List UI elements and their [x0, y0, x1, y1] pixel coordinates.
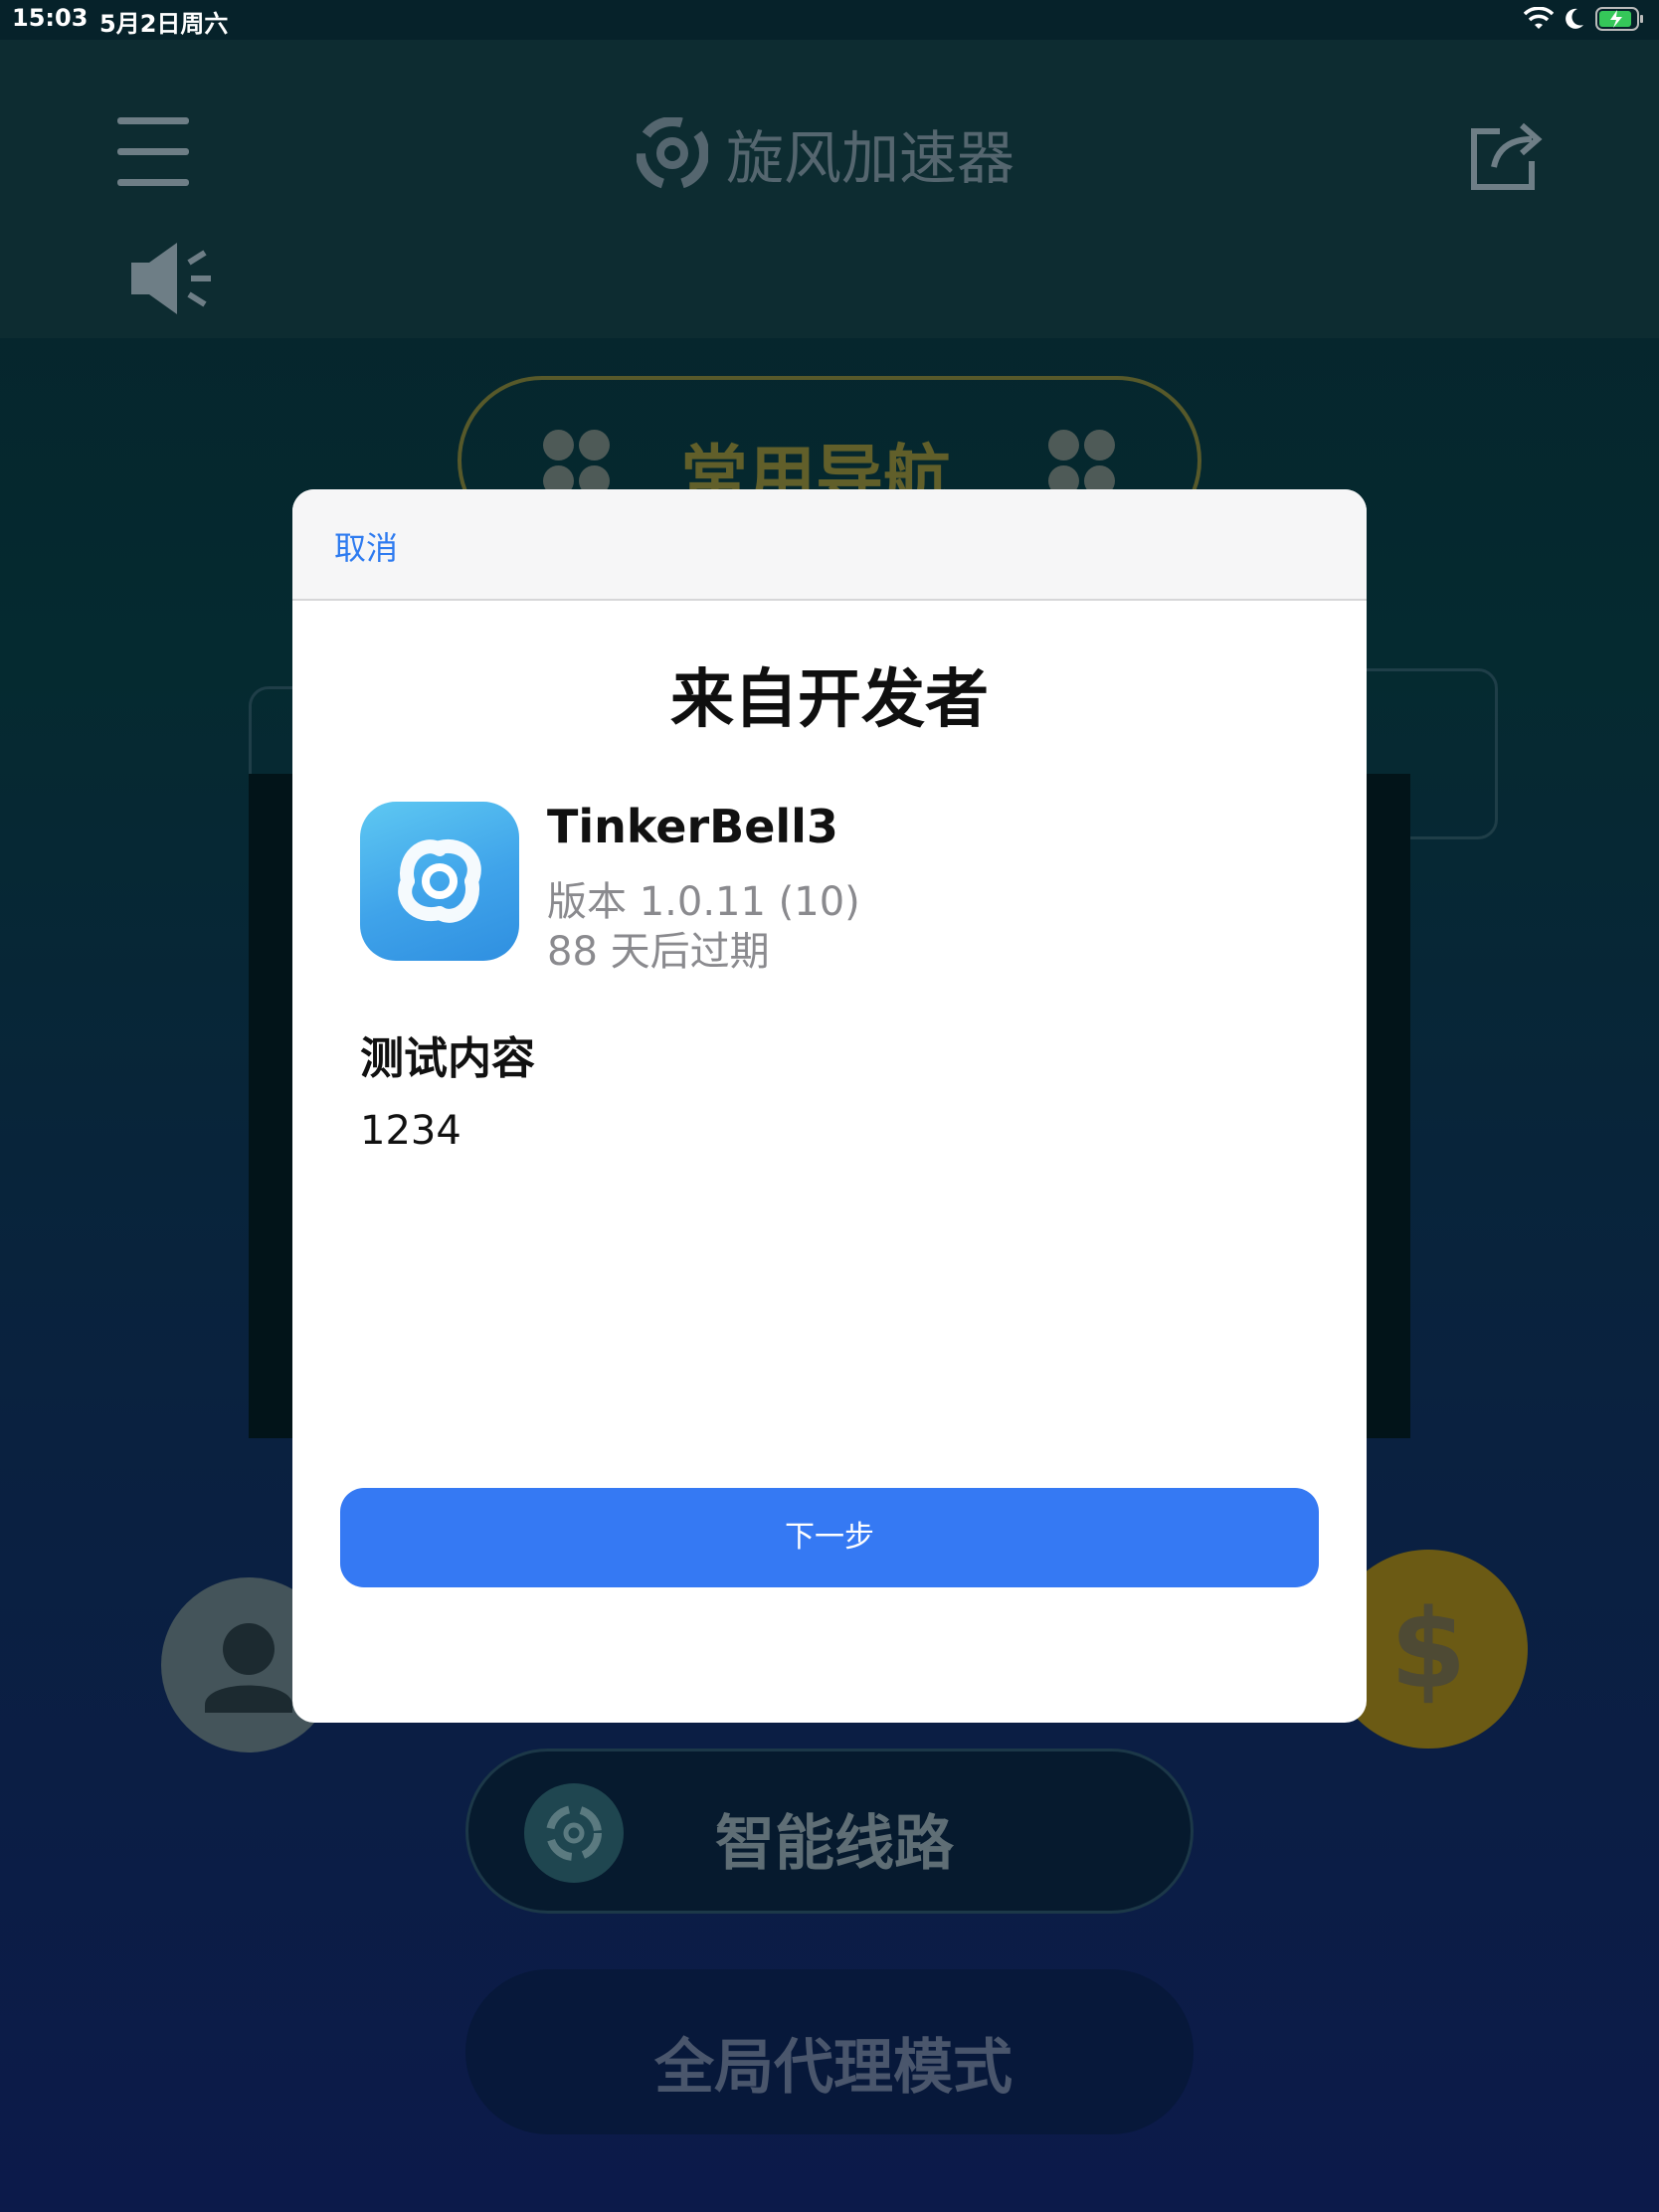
battery-charging-icon: [1595, 7, 1643, 31]
developer-modal: 取消 来自开发者 TinkerBell3 版本 1.0.11 (10) 88 天…: [292, 489, 1367, 1723]
app-logo-icon: [637, 117, 708, 189]
status-icons: [1524, 6, 1645, 32]
wifi-icon: [1524, 7, 1554, 29]
share-icon[interactable]: [1466, 117, 1546, 193]
status-date: 5月2日周六: [99, 10, 229, 38]
app-title: 旋风加速器: [637, 111, 1014, 195]
dollar-icon: $: [1389, 1585, 1467, 1713]
global-proxy-button[interactable]: 全局代理模式: [465, 1969, 1194, 2134]
global-proxy-label: 全局代理模式: [654, 2033, 1013, 2103]
modal-title: 来自开发者: [670, 663, 989, 737]
next-button[interactable]: 下一步: [340, 1488, 1319, 1587]
speaker-icon[interactable]: [129, 239, 217, 318]
swirl-icon: [398, 838, 481, 923]
smart-route-button[interactable]: 智能线路: [465, 1749, 1194, 1914]
moon-icon: [1566, 8, 1583, 29]
cancel-button[interactable]: 取消: [334, 523, 398, 569]
app-expiry: 88 天后过期: [547, 929, 770, 975]
modal-header: 取消: [292, 489, 1367, 601]
app-title-text: 旋风加速器: [726, 124, 1015, 192]
smart-route-label: 智能线路: [715, 1809, 954, 1879]
status-time: 15:03: [12, 4, 89, 32]
status-bar: 15:03 5月2日周六: [0, 0, 1659, 40]
section-title: 测试内容: [360, 1033, 535, 1084]
section-body: 1234: [360, 1108, 461, 1154]
menu-icon[interactable]: [117, 117, 189, 186]
app-icon: [360, 802, 519, 961]
app-name: TinkerBell3: [547, 800, 838, 853]
route-logo-icon: [524, 1783, 624, 1883]
